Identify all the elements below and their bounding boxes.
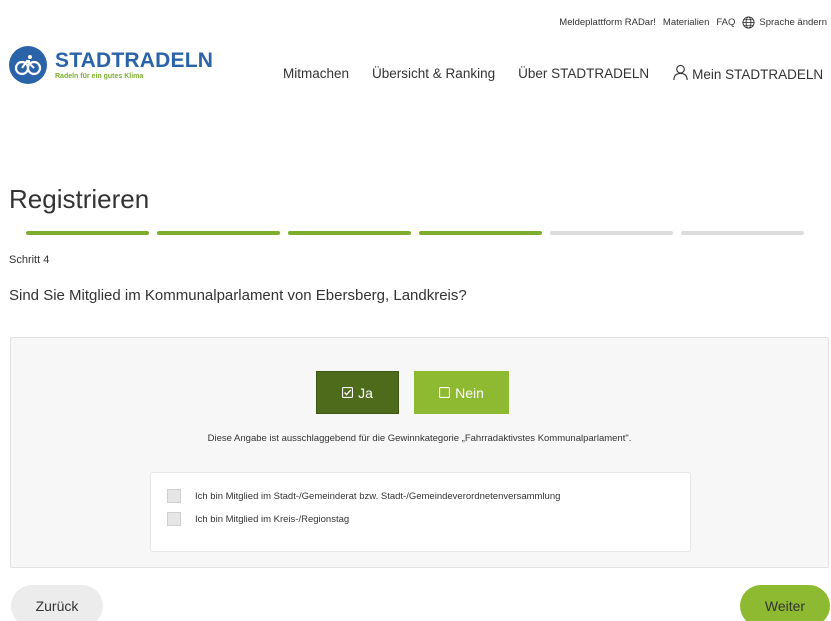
main-navigation: Mitmachen Übersicht & Ranking Über STADT… (283, 64, 823, 82)
link-faq[interactable]: FAQ (716, 17, 735, 28)
nav-item-mitmachen[interactable]: Mitmachen (283, 66, 349, 81)
brand-title: STADTRADELN (55, 48, 214, 72)
link-materialien[interactable]: Materialien (663, 17, 709, 28)
membership-card: Ja Nein Diese Angabe ist ausschlaggebend… (10, 337, 829, 568)
yes-button[interactable]: Ja (316, 371, 399, 414)
brand-logo[interactable]: STADTRADELN Radeln für ein gutes Klima (9, 46, 213, 84)
top-utility-bar: Meldeplattform RADar! Materialien FAQ Sp… (559, 16, 827, 29)
page-title: Registrieren (9, 184, 150, 214)
checkbox-kreistag[interactable] (167, 512, 181, 526)
nav-item-mein-stadtradeln[interactable]: Mein STADTRADELN (672, 64, 823, 82)
unchecked-checkbox-icon (439, 387, 451, 398)
yes-label: Ja (358, 384, 373, 401)
hint-text: Diese Angabe ist ausschlaggebend für die… (207, 433, 632, 444)
option-kreistag-label: Ich bin Mitglied im Kreis-/Regionstag (195, 513, 350, 525)
brand-subtitle: Radeln für ein gutes Klima (55, 72, 144, 80)
no-label: Nein (455, 384, 484, 401)
language-switcher[interactable]: Sprache ändern (742, 16, 827, 29)
globe-icon (742, 16, 755, 29)
option-gemeinderat[interactable]: Ich bin Mitglied im Stadt-/Gemeinderat b… (167, 489, 560, 503)
progress-segment-1 (26, 231, 149, 235)
back-button[interactable]: Zurück (11, 585, 103, 621)
language-label: Sprache ändern (759, 17, 827, 28)
progress-segment-6 (681, 231, 804, 235)
no-button[interactable]: Nein (414, 371, 509, 414)
user-icon (673, 64, 688, 81)
cyclist-icon (9, 46, 47, 84)
link-meldeplattform[interactable]: Meldeplattform RADar! (559, 17, 656, 28)
next-button[interactable]: Weiter (740, 585, 830, 621)
progress-segment-4 (419, 231, 542, 235)
progress-segment-3 (288, 231, 411, 235)
checkbox-gemeinderat[interactable] (167, 489, 181, 503)
checked-checkbox-icon (342, 387, 354, 398)
option-kreistag[interactable]: Ich bin Mitglied im Kreis-/Regionstag (167, 512, 349, 526)
question-text: Sind Sie Mitglied im Kommunalparlament v… (9, 287, 467, 304)
step-label: Schritt 4 (9, 254, 50, 266)
account-label: Mein STADTRADELN (692, 67, 824, 82)
nav-item-uebersicht-ranking[interactable]: Übersicht & Ranking (372, 66, 495, 81)
progress-segment-2 (157, 231, 280, 235)
progress-segment-5 (550, 231, 673, 235)
options-panel: Ich bin Mitglied im Stadt-/Gemeinderat b… (150, 472, 691, 552)
nav-item-ueber-stadtradeln[interactable]: Über STADTRADELN (518, 66, 649, 81)
registration-progress (26, 231, 804, 235)
option-gemeinderat-label: Ich bin Mitglied im Stadt-/Gemeinderat b… (195, 490, 561, 502)
